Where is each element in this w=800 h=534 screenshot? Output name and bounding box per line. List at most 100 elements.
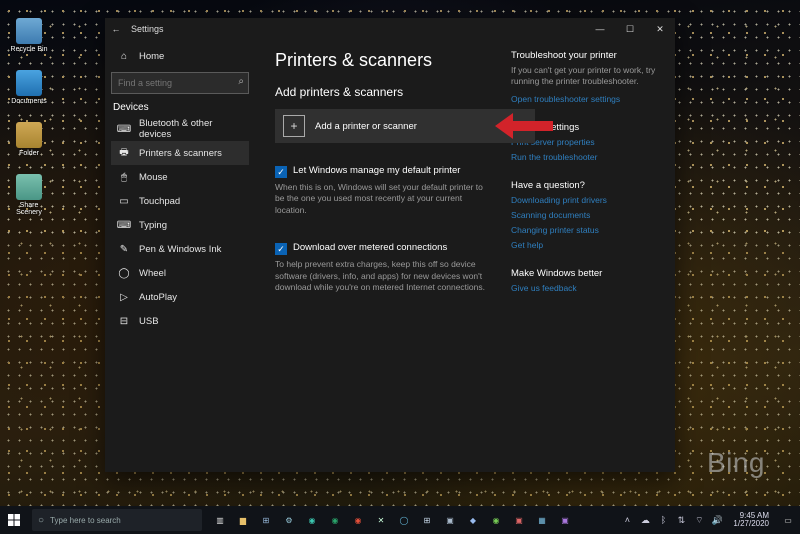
tray-volume-icon[interactable]: 🔊 (710, 515, 724, 526)
sidebar-item-wheel[interactable]: ◯ Wheel (111, 261, 249, 285)
home-icon: ⌂ (117, 51, 131, 62)
chrome-icon[interactable]: ◉ (348, 510, 368, 530)
sidebar-item-label: Typing (139, 220, 167, 231)
store-icon[interactable]: ⊞ (256, 510, 276, 530)
bing-watermark: Bing (707, 447, 765, 479)
search-placeholder: Type here to search (50, 516, 121, 525)
sidebar-item-typing[interactable]: ⌨ Typing (111, 213, 249, 237)
app-icon[interactable]: ▦ (532, 510, 552, 530)
get-help-link[interactable]: Get help (511, 240, 661, 250)
explorer-icon[interactable]: ▆ (233, 510, 253, 530)
app-icon[interactable]: ▣ (555, 510, 575, 530)
touchpad-icon: ▭ (117, 196, 131, 207)
sidebar-item-label: USB (139, 316, 159, 327)
default-printer-toggle[interactable]: ✓ Let Windows manage my default printer (275, 165, 493, 178)
add-printer-button[interactable]: + Add a printer or scanner (275, 109, 535, 143)
sidebar-item-mouse[interactable]: 🖱 Mouse (111, 165, 249, 189)
rail-heading: Troubleshoot your printer (511, 50, 661, 61)
xbox-icon[interactable]: ✕ (371, 510, 391, 530)
icon-label: Documents (11, 98, 46, 105)
sidebar-item-autoplay[interactable]: ▷ AutoPlay (111, 285, 249, 309)
window-titlebar: ← Settings — ☐ ✕ (105, 18, 675, 40)
settings-window: ← Settings — ☐ ✕ ⌂ Home ⌕ Devices ⌨Bluet… (105, 18, 675, 472)
app-icon[interactable]: ◆ (463, 510, 483, 530)
open-troubleshooter-settings-link[interactable]: Open troubleshooter settings (511, 94, 661, 104)
sidebar-item-bluetooth[interactable]: ⌨Bluetooth & other devices (111, 117, 249, 141)
sidebar-item-touchpad[interactable]: ▭ Touchpad (111, 189, 249, 213)
taskbar-pinned-apps: ▥ ▆ ⊞ ⚙ ◉ ◉ ◉ ✕ ◯ ⊞ ▣ ◆ ◉ ▣ ▦ ▣ (210, 510, 575, 530)
taskbar-clock[interactable]: 9:45 AM 1/27/2020 (728, 512, 774, 529)
home-button[interactable]: ⌂ Home (111, 44, 249, 68)
sidebar-item-label: Mouse (139, 172, 168, 183)
checkbox-checked-icon: ✓ (275, 166, 287, 178)
desktop-icon-recycle-bin[interactable]: Recycle Bin (8, 18, 50, 53)
download-drivers-link[interactable]: Downloading print drivers (511, 195, 661, 205)
settings-icon[interactable]: ⚙ (279, 510, 299, 530)
tray-onedrive-icon[interactable]: ☁ (638, 515, 652, 526)
settings-sidebar: ⌂ Home ⌕ Devices ⌨Bluetooth & other devi… (105, 40, 255, 472)
sidebar-item-label: Touchpad (139, 196, 180, 207)
sidebar-item-pen[interactable]: ✎Pen & Windows Ink (111, 237, 249, 261)
rail-heading: Make Windows better (511, 268, 661, 279)
rail-heading: Have a question? (511, 180, 661, 191)
sidebar-item-label: Printers & scanners (139, 148, 222, 159)
printer-status-link[interactable]: Changing printer status (511, 225, 661, 235)
plus-icon: + (283, 115, 305, 137)
keyboard-icon: ⌨ (117, 220, 131, 231)
section-heading: Add printers & scanners (275, 85, 493, 99)
checkbox-checked-icon: ✓ (275, 243, 287, 255)
tray-chevron-icon[interactable]: ˄ (620, 515, 634, 525)
tray-wifi-icon[interactable]: ⌔ (692, 515, 706, 526)
add-printer-label: Add a printer or scanner (315, 121, 417, 132)
setting-description: To help prevent extra charges, keep this… (275, 259, 493, 293)
minimize-button[interactable]: — (585, 24, 615, 34)
sidebar-item-label: Wheel (139, 268, 166, 279)
app-icon[interactable]: ▣ (509, 510, 529, 530)
tray-network-icon[interactable]: ⇅ (674, 515, 688, 526)
sidebar-item-usb[interactable]: ⊟ USB (111, 309, 249, 333)
calculator-icon[interactable]: ⊞ (417, 510, 437, 530)
scanning-documents-link[interactable]: Scanning documents (511, 210, 661, 220)
desktop-icon-folder[interactable]: Folder (8, 122, 50, 157)
edge-icon[interactable]: ◉ (302, 510, 322, 530)
setting-description: When this is on, Windows will set your d… (275, 182, 493, 216)
system-tray: ˄ ☁ ᛒ ⇅ ⌔ 🔊 9:45 AM 1/27/2020 ▭ (620, 510, 800, 530)
mouse-icon: 🖱 (117, 172, 131, 183)
desktop-icon-documents[interactable]: Documents (8, 70, 50, 105)
task-view-icon[interactable]: ▥ (210, 510, 230, 530)
usb-icon: ⊟ (117, 316, 131, 327)
home-label: Home (139, 51, 164, 62)
edge-dev-icon[interactable]: ◉ (325, 510, 345, 530)
taskbar-search[interactable]: ○ Type here to search (32, 509, 202, 531)
desktop-icon-share[interactable]: Share Scenery (8, 174, 50, 216)
dial-icon: ◯ (117, 268, 131, 279)
play-icon: ▷ (117, 292, 131, 303)
search-icon: ⌕ (238, 76, 244, 87)
app-icon[interactable]: ◉ (486, 510, 506, 530)
sidebar-item-label: Bluetooth & other devices (139, 118, 243, 140)
windows-logo-icon (8, 514, 20, 526)
search-icon: ○ (38, 515, 44, 526)
checkbox-label: Download over metered connections (293, 242, 447, 253)
window-title: Settings (131, 24, 164, 34)
terminal-icon[interactable]: ▣ (440, 510, 460, 530)
run-troubleshooter-link[interactable]: Run the troubleshooter (511, 152, 661, 162)
close-button[interactable]: ✕ (645, 24, 675, 35)
settings-category-heading: Devices (113, 102, 249, 113)
sidebar-item-label: AutoPlay (139, 292, 177, 303)
feedback-link[interactable]: Give us feedback (511, 283, 661, 293)
tray-bluetooth-icon[interactable]: ᛒ (656, 515, 670, 525)
action-center-icon[interactable]: ▭ (778, 510, 798, 530)
sidebar-item-label: Pen & Windows Ink (139, 244, 221, 255)
settings-search: ⌕ (111, 72, 249, 94)
settings-search-input[interactable] (111, 72, 249, 94)
rail-text: If you can't get your printer to work, t… (511, 65, 661, 88)
back-button[interactable]: ← (105, 24, 127, 34)
metered-download-toggle[interactable]: ✓ Download over metered connections (275, 242, 493, 255)
cortana-icon[interactable]: ◯ (394, 510, 414, 530)
start-button[interactable] (0, 506, 28, 534)
maximize-button[interactable]: ☐ (615, 24, 645, 35)
sidebar-item-printers[interactable]: 🖶Printers & scanners (111, 141, 249, 165)
settings-main: Printers & scanners Add printers & scann… (255, 40, 675, 472)
clock-date: 1/27/2020 (733, 520, 769, 528)
